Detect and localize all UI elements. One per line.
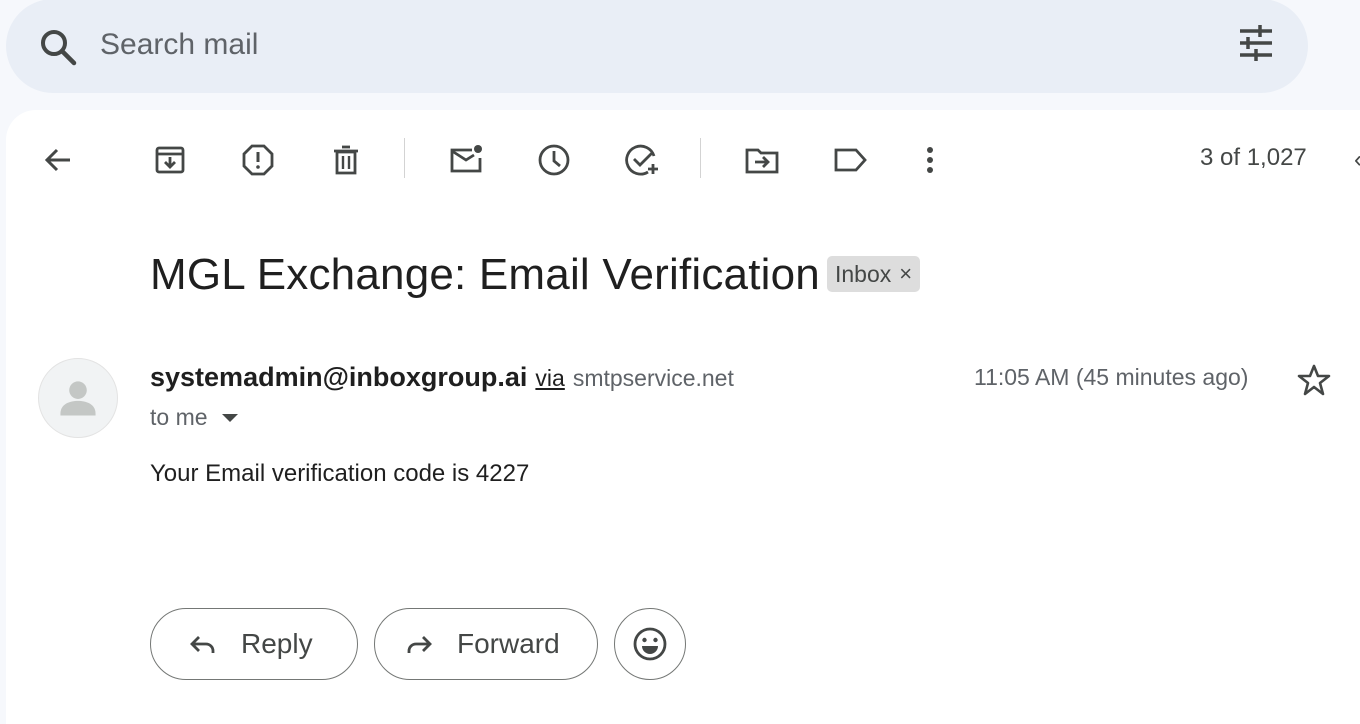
inbox-label-chip[interactable]: Inbox × — [827, 256, 921, 292]
more-vert-icon[interactable] — [906, 136, 954, 184]
email-body: Your Email verification code is 4227 — [150, 460, 530, 487]
email-subject: MGL Exchange: Email Verification — [150, 250, 820, 299]
snooze-icon[interactable] — [530, 136, 578, 184]
add-to-tasks-icon[interactable] — [618, 136, 666, 184]
forward-icon — [407, 636, 432, 653]
sender-email[interactable]: systemadmin@inboxgroup.ai — [150, 362, 527, 393]
label-text: Inbox — [835, 260, 892, 287]
archive-icon[interactable] — [146, 136, 194, 184]
back-arrow-icon[interactable] — [34, 136, 82, 184]
forward-label: Forward — [457, 628, 560, 659]
move-to-icon[interactable] — [738, 136, 786, 184]
search-icon[interactable] — [34, 23, 82, 71]
via-link[interactable]: via — [535, 365, 564, 392]
show-details-dropdown-icon[interactable] — [221, 413, 238, 422]
message-panel: 3 of 1,027 ‹ MGL Exchange: Email Verific… — [6, 110, 1360, 724]
remove-label-icon[interactable]: × — [899, 261, 912, 287]
via-domain: smtpservice.net — [572, 365, 734, 391]
page-count: 3 of 1,027 — [1200, 144, 1307, 171]
reply-button[interactable]: Reply — [150, 608, 358, 680]
search-input[interactable] — [100, 25, 1000, 65]
sender-line: systemadmin@inboxgroup.ai via smtpservic… — [150, 362, 734, 393]
person-icon — [60, 381, 96, 416]
recipient-text: to me — [150, 404, 208, 430]
label-icon[interactable] — [826, 136, 874, 184]
reply-icon — [190, 636, 215, 653]
older-chevron-icon[interactable]: ‹ — [1354, 146, 1360, 174]
email-timestamp: 11:05 AM (45 minutes ago) — [974, 364, 1249, 390]
delete-icon[interactable] — [322, 136, 370, 184]
avatar[interactable] — [38, 358, 118, 438]
forward-button[interactable]: Forward — [374, 608, 598, 680]
tune-icon[interactable] — [1232, 21, 1280, 69]
toolbar-divider — [404, 138, 405, 178]
message-toolbar: 3 of 1,027 ‹ — [6, 110, 1360, 206]
search-bar — [6, 0, 1308, 93]
mark-unread-icon[interactable] — [442, 136, 490, 184]
report-spam-icon[interactable] — [234, 136, 282, 184]
toolbar-divider — [700, 138, 701, 178]
emoji-reaction-button[interactable] — [614, 608, 686, 680]
emoji-icon — [633, 627, 667, 661]
reply-label: Reply — [241, 628, 313, 659]
recipient-line: to me — [150, 404, 238, 431]
star-icon[interactable] — [1296, 362, 1332, 398]
